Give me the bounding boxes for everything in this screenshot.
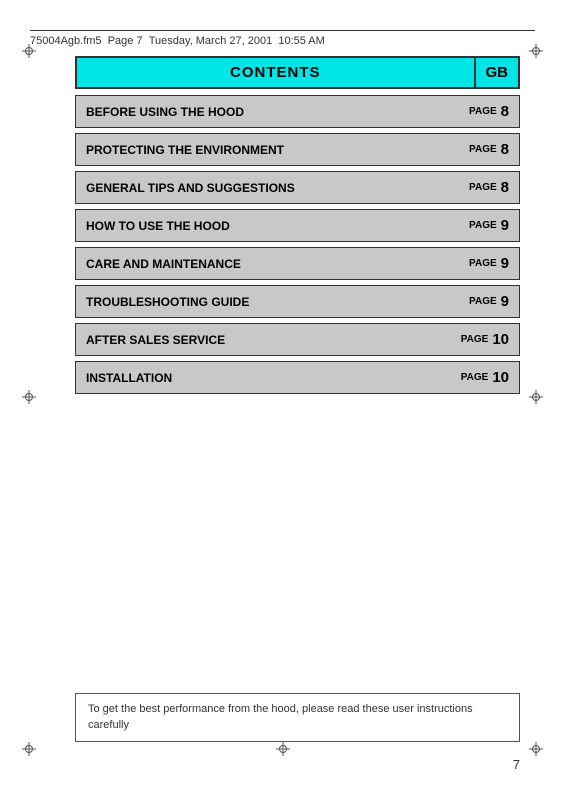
toc-row-3: HOW TO USE THE HOOD PAGE 9 [75,209,520,242]
page-word-6: PAGE [461,334,489,345]
toc-label-4: CARE AND MAINTENANCE [76,248,459,279]
page-word-3: PAGE [469,220,497,231]
toc-page-0: PAGE 8 [459,96,519,127]
header-page-info: Page 7 [108,35,143,47]
toc-label-2: GENERAL TIPS AND SUGGESTIONS [76,172,459,203]
toc-row-6: AFTER SALES SERVICE PAGE 10 [75,323,520,356]
toc-page-6: PAGE 10 [451,324,519,355]
page-word-5: PAGE [469,296,497,307]
toc-row-7: INSTALLATION PAGE 10 [75,361,520,394]
toc-page-4: PAGE 9 [459,248,519,279]
toc-page-1: PAGE 8 [459,134,519,165]
header-filename: 75004Agb.fm5 [30,35,102,47]
toc-label-5: TROUBLESHOOTING GUIDE [76,286,459,317]
footer-note: To get the best performance from the hoo… [75,693,520,742]
page-num-3: 9 [501,217,509,234]
header-time: 10:55 AM [278,35,324,47]
toc-row-5: TROUBLESHOOTING GUIDE PAGE 9 [75,285,520,318]
page-num-2: 8 [501,179,509,196]
corner-cross-bl [22,742,36,756]
toc-label-7: INSTALLATION [76,362,451,393]
corner-cross-bm [276,742,290,756]
page-container: 75004Agb.fm5 Page 7 Tuesday, March 27, 2… [0,0,565,800]
toc-label-1: PROTECTING THE ENVIRONMENT [76,134,459,165]
contents-gb-label: GB [474,58,519,87]
contents-header: CONTENTS GB [75,56,520,89]
page-word-4: PAGE [469,258,497,269]
page-word-1: PAGE [469,144,497,155]
page-num-0: 8 [501,103,509,120]
toc-page-3: PAGE 9 [459,210,519,241]
page-word-2: PAGE [469,182,497,193]
page-word-7: PAGE [461,372,489,383]
corner-cross-ml [22,390,36,404]
contents-title: CONTENTS [77,58,474,87]
toc-row-4: CARE AND MAINTENANCE PAGE 9 [75,247,520,280]
toc-page-7: PAGE 10 [451,362,519,393]
header-bar: 75004Agb.fm5 Page 7 Tuesday, March 27, 2… [30,30,535,47]
corner-cross-mr [529,390,543,404]
page-num-7: 10 [492,369,509,386]
header-date: Tuesday, March 27, 2001 [149,35,273,47]
page-num-5: 9 [501,293,509,310]
toc-page-2: PAGE 8 [459,172,519,203]
toc-row-1: PROTECTING THE ENVIRONMENT PAGE 8 [75,133,520,166]
page-num-1: 8 [501,141,509,158]
main-content: CONTENTS GB BEFORE USING THE HOOD PAGE 8… [75,56,520,399]
page-number: 7 [513,757,520,772]
page-word-0: PAGE [469,106,497,117]
toc-row-0: BEFORE USING THE HOOD PAGE 8 [75,95,520,128]
toc-label-0: BEFORE USING THE HOOD [76,96,459,127]
toc-page-5: PAGE 9 [459,286,519,317]
page-num-6: 10 [492,331,509,348]
page-num-4: 9 [501,255,509,272]
toc-label-6: AFTER SALES SERVICE [76,324,451,355]
corner-cross-br [529,742,543,756]
toc-label-3: HOW TO USE THE HOOD [76,210,459,241]
footer-note-text: To get the best performance from the hoo… [88,703,473,730]
toc-row-2: GENERAL TIPS AND SUGGESTIONS PAGE 8 [75,171,520,204]
